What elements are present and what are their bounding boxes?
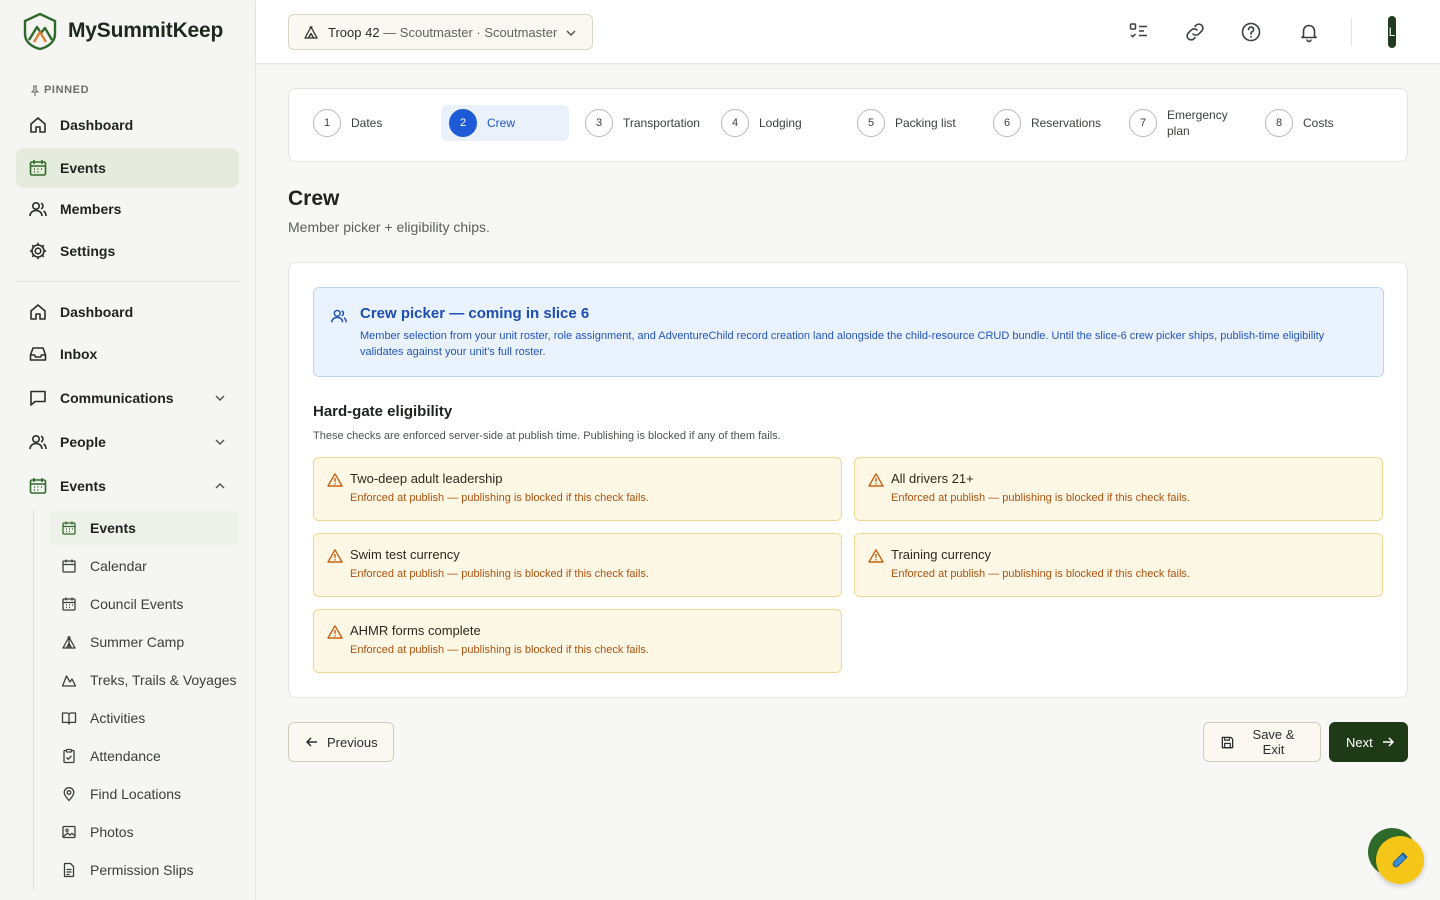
sidebar-item-communications[interactable]: Communications [16, 378, 239, 418]
step-packing-list[interactable]: 5 Packing list [849, 105, 977, 141]
book-icon [61, 710, 77, 726]
chevron-down-icon[interactable] [213, 435, 227, 449]
mountain-logo-icon [22, 12, 58, 50]
link-icon[interactable] [1183, 20, 1207, 44]
pinned-label: PINNED [30, 84, 89, 96]
page-title: Crew [288, 187, 340, 210]
check-two-deep: Two-deep adult leadership Enforced at pu… [313, 457, 842, 521]
pinned-item-members[interactable]: Members [16, 189, 239, 229]
page-subtitle: Member picker + eligibility chips. [288, 219, 490, 235]
inbox-icon [28, 344, 48, 364]
pinned-item-settings[interactable]: Settings [16, 231, 239, 271]
chevron-down-icon [564, 26, 578, 40]
save-exit-button[interactable]: Save & Exit [1203, 722, 1321, 762]
gear-icon [28, 241, 48, 261]
avatar[interactable]: L [1388, 16, 1396, 48]
topbar: Troop 42 — Scoutmaster · Scoutmaster L [256, 0, 1440, 64]
test-tube-icon [1391, 851, 1409, 869]
subnav-activities[interactable]: Activities [50, 701, 238, 735]
calendar-icon [28, 476, 48, 496]
subnav-attendance[interactable]: Attendance [50, 739, 238, 773]
floating-debug-button[interactable] [1376, 836, 1424, 884]
step-reservations[interactable]: 6 Reservations [985, 105, 1113, 141]
warning-icon [327, 548, 343, 564]
tent-icon [303, 24, 319, 40]
home-icon [28, 115, 48, 135]
subnav-summer-camp[interactable]: Summer Camp [50, 625, 238, 659]
arrow-right-icon [1381, 735, 1395, 749]
calendar-icon [61, 558, 77, 574]
info-text: Member selection from your unit roster, … [360, 330, 1325, 358]
users-icon [330, 307, 348, 325]
checklist-icon[interactable] [1127, 20, 1151, 44]
sidebar: MySummitKeep PINNED Dashboard Events Mem… [0, 0, 256, 900]
file-icon [61, 862, 77, 878]
calendar-icon [61, 520, 77, 536]
info-callout: Crew picker — coming in slice 6 Member s… [313, 287, 1384, 377]
pinned-item-events[interactable]: Events [16, 148, 239, 188]
bell-icon[interactable] [1297, 20, 1321, 44]
topbar-separator [1351, 18, 1352, 46]
users-icon [28, 432, 48, 452]
troop-role: — Scoutmaster · Scoutmaster [383, 24, 558, 40]
step-lodging[interactable]: 4 Lodging [713, 105, 841, 141]
sidebar-item-people[interactable]: People [16, 422, 239, 462]
next-button[interactable]: Next [1329, 722, 1408, 762]
map-pin-icon [61, 786, 77, 802]
sidebar-item-dashboard[interactable]: Dashboard [16, 292, 239, 332]
subnav-events[interactable]: Events [50, 511, 238, 545]
subnav-council-events[interactable]: Council Events [50, 587, 238, 621]
step-transportation[interactable]: 3 Transportation [577, 105, 705, 141]
step-emergency-plan[interactable]: 7 Emergency plan [1121, 105, 1249, 141]
previous-button[interactable]: Previous [288, 722, 394, 762]
check-drivers-21: All drivers 21+ Enforced at publish — pu… [854, 457, 1383, 521]
step-costs[interactable]: 8 Costs [1257, 105, 1385, 141]
pinned-item-dashboard[interactable]: Dashboard [16, 105, 239, 145]
check-training: Training currency Enforced at publish — … [854, 533, 1383, 597]
save-icon [1220, 735, 1235, 750]
troop-name: Troop 42 [328, 24, 380, 40]
crew-card: Crew picker — coming in slice 6 Member s… [288, 262, 1408, 698]
troop-selector[interactable]: Troop 42 — Scoutmaster · Scoutmaster [288, 14, 593, 50]
subnav-photos[interactable]: Photos [50, 815, 238, 849]
subnav-calendar[interactable]: Calendar [50, 549, 238, 583]
sidebar-item-inbox[interactable]: Inbox [16, 334, 239, 374]
check-ahmr-forms: AHMR forms complete Enforced at publish … [313, 609, 842, 673]
warning-icon [327, 624, 343, 640]
step-crew[interactable]: 2 Crew [441, 105, 569, 141]
calendar-icon [61, 596, 77, 612]
check-swim-test: Swim test currency Enforced at publish —… [313, 533, 842, 597]
wizard-stepper: 1 Dates 2 Crew 3 Transportation 4 Lodgin… [288, 88, 1408, 162]
subnav-treks[interactable]: Treks, Trails & Voyages [50, 663, 238, 697]
warning-icon [327, 472, 343, 488]
brand[interactable]: MySummitKeep [22, 12, 223, 50]
chevron-down-icon[interactable] [213, 391, 227, 405]
image-icon [61, 824, 77, 840]
message-icon [28, 388, 48, 408]
subnav-find-locations[interactable]: Find Locations [50, 777, 238, 811]
mountain-icon [61, 672, 77, 688]
submenu-guide-line [33, 510, 34, 890]
sidebar-divider [16, 281, 239, 282]
brand-name: MySummitKeep [68, 19, 224, 42]
warning-icon [868, 472, 884, 488]
help-icon[interactable] [1239, 20, 1263, 44]
eligibility-description: These checks are enforced server-side at… [313, 430, 781, 442]
sidebar-item-events[interactable]: Events [16, 466, 239, 506]
calendar-icon [28, 158, 48, 178]
warning-icon [868, 548, 884, 564]
clipboard-icon [61, 748, 77, 764]
step-dates[interactable]: 1 Dates [305, 105, 433, 141]
arrow-left-icon [305, 735, 319, 749]
subnav-permission-slips[interactable]: Permission Slips [50, 853, 238, 887]
pin-icon [30, 84, 40, 96]
users-icon [28, 199, 48, 219]
eligibility-title: Hard-gate eligibility [313, 403, 453, 420]
home-icon [28, 302, 48, 322]
chevron-up-icon[interactable] [213, 479, 227, 493]
tent-icon [61, 634, 77, 650]
info-title: Crew picker — coming in slice 6 [360, 305, 590, 322]
